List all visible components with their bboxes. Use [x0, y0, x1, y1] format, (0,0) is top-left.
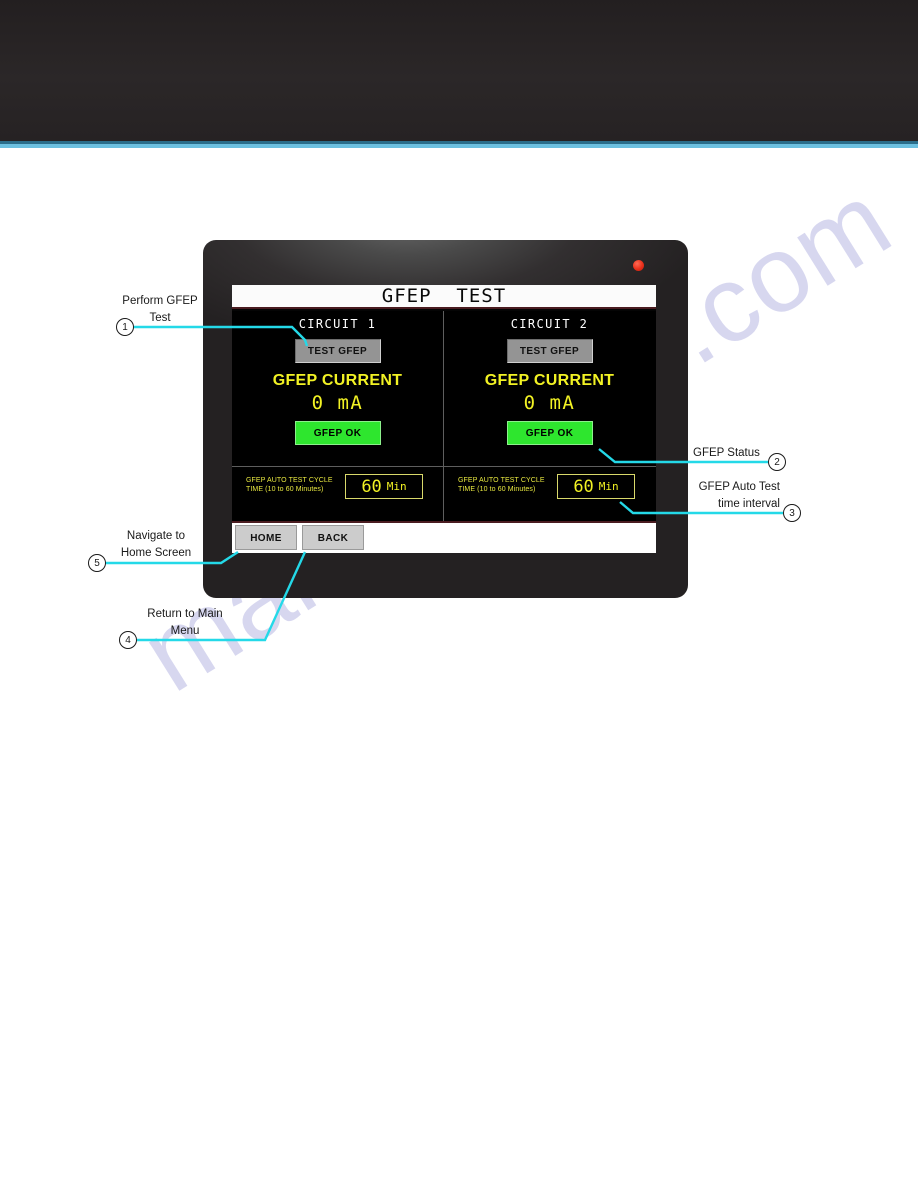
callout-5-leader: [106, 550, 239, 565]
